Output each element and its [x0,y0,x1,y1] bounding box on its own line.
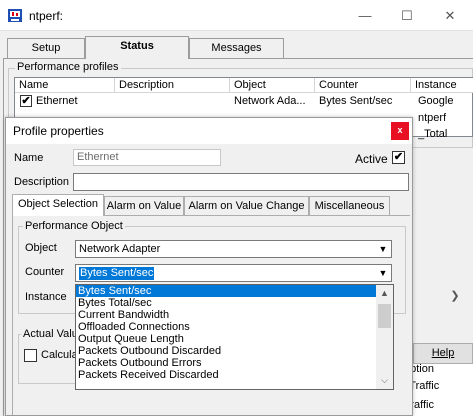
name-field[interactable]: Ethernet [73,149,221,166]
tab-alarm-on-value[interactable]: Alarm on Value [104,196,184,216]
dropdown-items: Bytes Sent/sec Bytes Total/sec Current B… [76,285,376,381]
performance-object-label: Performance Object [23,220,125,232]
row-name: Ethernet [36,95,78,107]
help-label: Help [431,347,455,359]
row-counter: Bytes Sent/sec [319,95,393,107]
profiles-group-label: Performance profiles [15,61,121,73]
dialog-title: Profile properties [13,124,104,138]
dropdown-option[interactable]: Bytes Sent/sec [76,285,376,297]
tab-object-selection[interactable]: Object Selection [12,194,104,216]
tab-label: Messages [211,42,262,54]
description-field[interactable] [73,173,409,191]
close-icon: ✕ [444,8,456,23]
chevron-down-icon: ▼ [378,244,388,254]
tab-setup[interactable]: Setup [7,38,85,58]
chevron-down-icon: ▼ [378,268,388,278]
table-row[interactable]: ✔ Ethernet Network Ada... Bytes Sent/sec… [15,94,473,108]
object-label: Object [25,242,57,254]
help-button[interactable]: Help [413,343,473,364]
dropdown-option[interactable]: Output Queue Length [76,333,376,345]
tab-messages[interactable]: Messages [189,38,284,58]
minimize-button[interactable]: — [345,0,385,31]
description-label: Description [14,176,70,188]
active-label: Active [355,152,388,166]
tab-label: Setup [31,42,61,54]
tab-label: Miscellaneous [314,200,385,212]
dropdown-option[interactable]: Bytes Total/sec [76,297,376,309]
name-label: Name [14,152,44,164]
tab-status[interactable]: Status [85,36,189,59]
calculate-label: Calcula [41,349,78,361]
counter-label: Counter [25,266,65,278]
list-header: Name Description Object Counter Instance [15,78,473,93]
scroll-thumb[interactable] [378,304,391,328]
dialog-close-button[interactable]: x [391,122,409,140]
tab-alarm-on-value-change[interactable]: Alarm on Value Change [184,196,309,216]
row-object: Network Ada... [234,95,306,107]
close-icon: x [397,125,403,135]
maximize-button[interactable]: ☐ [387,0,427,31]
row-instance: _Total [418,128,448,140]
instance-label: Instance [25,291,67,303]
tab-label: Alarm on Value Change [188,200,305,212]
actual-value-label: Actual Valu [21,328,80,340]
dropdown-option[interactable]: Current Bandwidth [76,309,376,321]
calculate-checkbox[interactable] [24,349,37,362]
title-bar: ntperf: — ☐ ✕ [0,0,473,31]
app-icon [8,9,22,22]
scroll-up-button[interactable]: ▲ [376,285,393,302]
counter-dropdown-list[interactable]: Bytes Sent/sec Bytes Total/sec Current B… [75,284,394,390]
dropdown-option[interactable]: Packets Outbound Discarded [76,345,376,357]
dropdown-option[interactable]: Packets Received Discarded [76,369,376,381]
scroll-down-button[interactable]: ⌵ [376,372,393,389]
row-instance: ntperf [418,112,447,124]
background-scrollbar-right-arrow: ❯ [450,290,460,302]
active-checkbox[interactable]: ✔ [392,151,405,164]
maximize-icon: ☐ [401,8,413,23]
column-header-object[interactable]: Object [230,78,315,93]
tab-miscellaneous[interactable]: Miscellaneous [309,196,390,216]
dropdown-option[interactable]: Packets Outbound Errors [76,357,376,369]
tab-label: Status [120,40,154,52]
chevron-up-icon: ▲ [380,288,389,298]
close-button[interactable]: ✕ [430,0,470,31]
column-header-name[interactable]: Name [15,78,115,93]
counter-select-value: Bytes Sent/sec [79,267,155,280]
column-header-counter[interactable]: Counter [315,78,411,93]
column-header-description[interactable]: Description [115,78,230,93]
dialog-title-bar: Profile properties x [6,118,412,144]
object-select-value: Network Adapter [79,243,161,255]
dropdown-option[interactable]: Offloaded Connections [76,321,376,333]
object-select[interactable]: Network Adapter ▼ [75,240,392,258]
column-header-instance[interactable]: Instance [411,78,473,93]
minimize-icon: — [358,8,372,23]
chevron-down-icon: ⌵ [381,375,388,385]
window-title: ntperf: [29,9,64,23]
tab-label: Alarm on Value [106,200,182,212]
dropdown-scrollbar[interactable]: ▲ ⌵ [376,285,393,389]
row-checkbox[interactable]: ✔ [20,95,32,107]
tab-label: Object Selection [17,198,99,210]
counter-select[interactable]: Bytes Sent/sec ▼ [75,264,392,282]
row-instance: Google [418,95,454,107]
